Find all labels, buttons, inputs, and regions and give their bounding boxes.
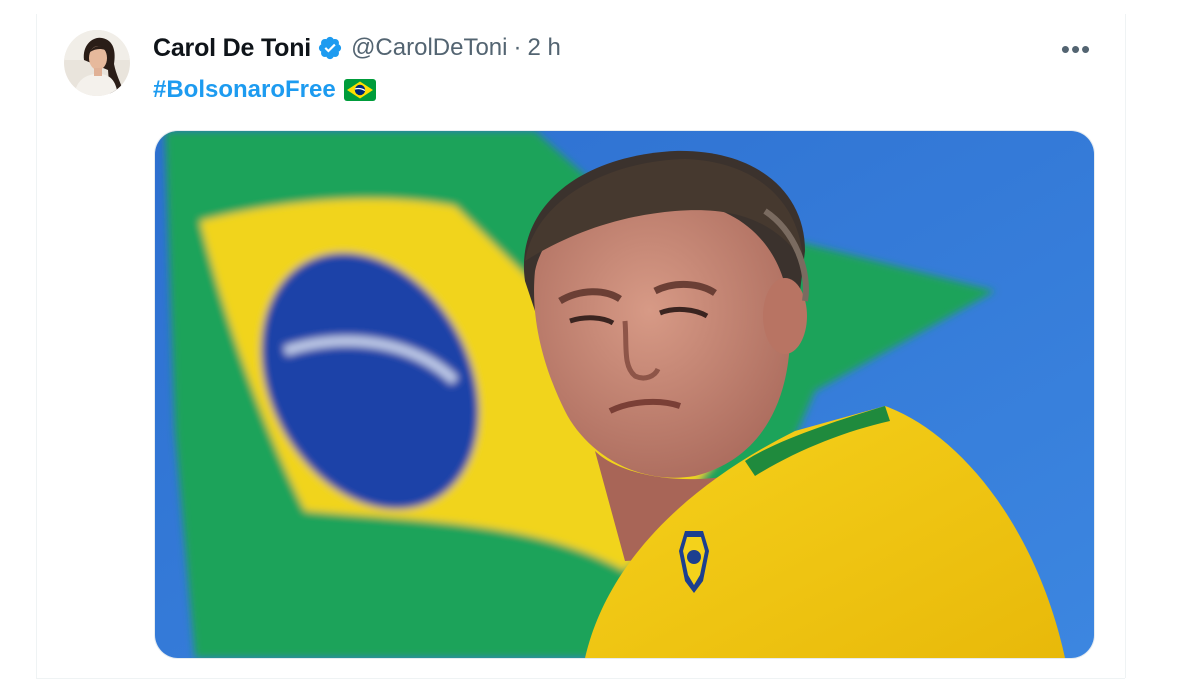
photo-image	[155, 131, 1094, 658]
more-options-button[interactable]: •••	[1056, 33, 1096, 65]
avatar-image	[64, 30, 130, 96]
more-options-icon: •••	[1060, 33, 1092, 64]
tweet-divider	[36, 678, 1125, 679]
tweet-text: #BolsonaroFree	[153, 74, 376, 106]
hashtag-link[interactable]: #BolsonaroFree	[153, 76, 336, 104]
brazil-flag-emoji-icon	[343, 79, 376, 101]
verified-badge-icon	[317, 35, 343, 61]
tweet-media-photo[interactable]	[154, 130, 1095, 659]
tweet-header: Carol De Toni @CarolDeToni · 2 h	[153, 30, 561, 66]
tweet-timestamp[interactable]: 2 h	[527, 34, 560, 62]
author-display-name[interactable]: Carol De Toni	[153, 34, 311, 63]
author-handle[interactable]: @CarolDeToni	[351, 34, 507, 62]
author-avatar[interactable]	[64, 30, 130, 96]
header-separator: ·	[513, 34, 522, 61]
